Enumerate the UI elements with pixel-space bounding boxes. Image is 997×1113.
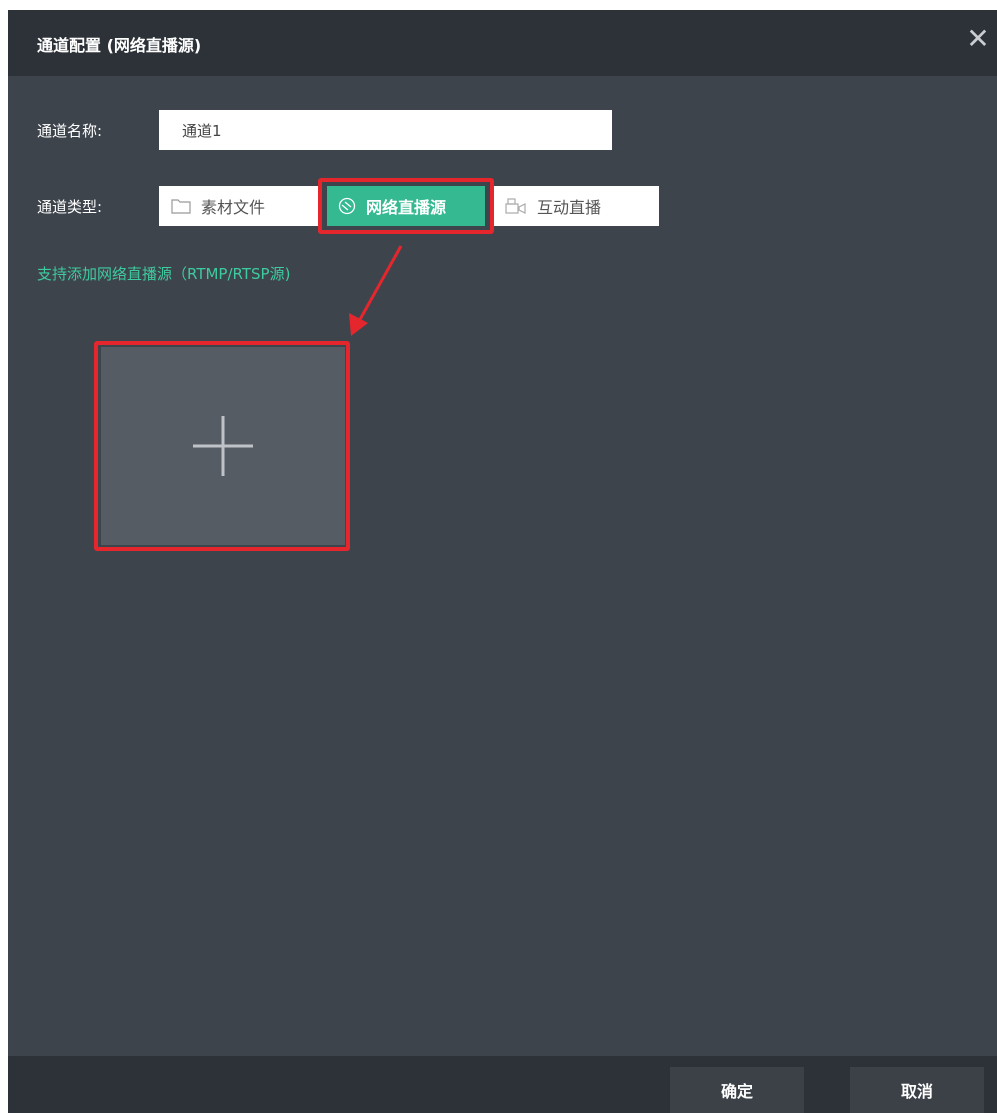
channel-config-dialog: 通道配置 (网络直播源) ✕ 通道名称: 通道类型: 素材文件 网络直播源 互动… — [8, 10, 997, 1113]
dialog-footer: 确定 取消 — [8, 1056, 997, 1113]
confirm-button[interactable]: 确定 — [670, 1067, 804, 1113]
cancel-button[interactable]: 取消 — [850, 1067, 984, 1113]
annotation-arrow — [349, 245, 403, 336]
